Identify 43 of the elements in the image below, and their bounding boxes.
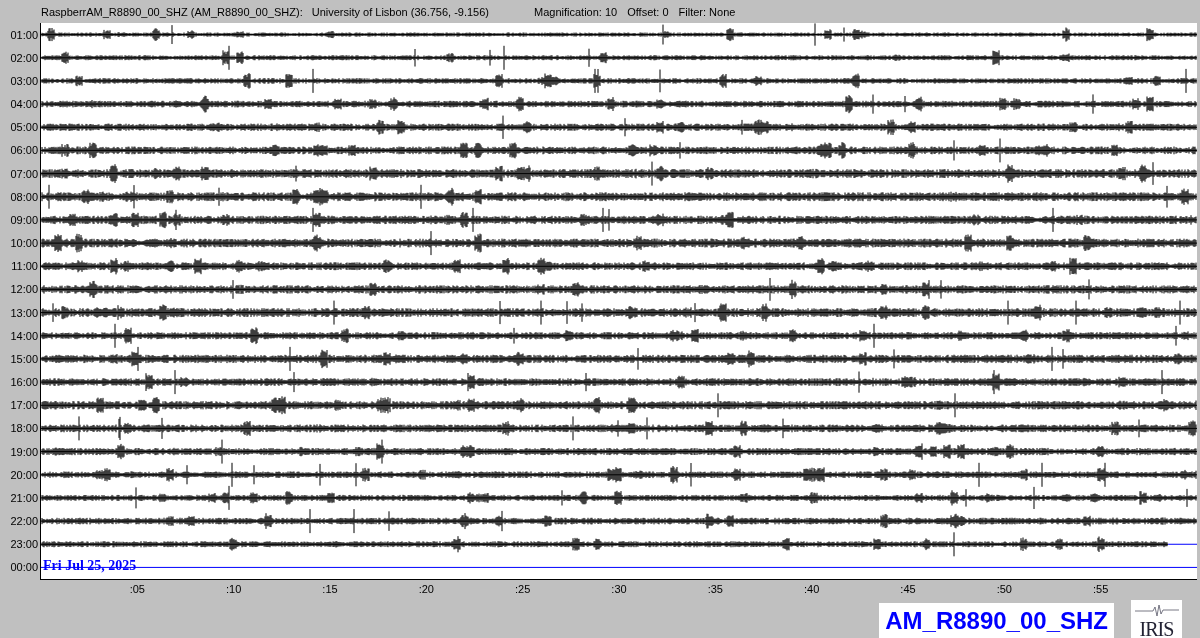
hour-label: 04:00	[10, 98, 39, 111]
hour-label: 12:00	[10, 283, 39, 296]
minute-tick-label: :45	[900, 583, 916, 595]
hour-label: 11:00	[11, 260, 39, 273]
station-location: University of Lisbon (36.756, -9.156)	[311, 5, 489, 18]
minute-tick-label: :15	[322, 583, 338, 595]
hour-label: 02:00	[10, 51, 39, 64]
minute-tick-label: :20	[418, 583, 434, 595]
hour-label: 00:00	[10, 561, 39, 574]
magnification-label: Magnification: 10	[534, 5, 618, 18]
minute-tick-label: :30	[611, 583, 627, 595]
hour-label: 09:00	[10, 213, 39, 226]
hour-label: 22:00	[10, 515, 39, 528]
hour-label: 10:00	[10, 237, 39, 250]
hour-label: 23:00	[10, 538, 39, 551]
hour-label: 21:00	[10, 491, 39, 504]
hour-label: 06:00	[10, 144, 39, 157]
hour-label: 17:00	[10, 399, 39, 412]
minute-tick-label: :25	[515, 583, 531, 595]
hour-label: 01:00	[10, 28, 39, 41]
logo-text: IRIS	[1139, 618, 1174, 638]
minute-tick-label: :10	[226, 583, 242, 595]
waveform-icon	[1134, 604, 1179, 618]
offset-label: Offset: 0	[627, 5, 669, 18]
hour-label: 13:00	[10, 306, 39, 319]
minute-tick-label: :50	[996, 583, 1012, 595]
hour-label: 18:00	[10, 422, 39, 435]
hour-label: 08:00	[10, 190, 39, 203]
hour-label: 05:00	[10, 121, 39, 134]
hour-label: 16:00	[10, 376, 39, 389]
station-code-label: AM_R8890_00_SHZ	[879, 602, 1114, 638]
minute-tick-label: :40	[804, 583, 820, 595]
filter-label: Filter: None	[678, 5, 736, 18]
minute-tick-label: :35	[707, 583, 723, 595]
hour-label: 14:00	[10, 329, 39, 342]
station-title: RaspberrAM_R8890_00_SHZ (AM_R8890_00_SHZ):	[41, 5, 303, 18]
minute-tick-label: :05	[129, 583, 145, 595]
hour-label: 03:00	[10, 74, 39, 87]
hour-label: 07:00	[10, 167, 39, 180]
hour-label: 19:00	[10, 445, 39, 458]
hour-label: 20:00	[10, 468, 39, 481]
hour-label: 15:00	[10, 352, 39, 365]
minute-tick-label: :55	[1093, 583, 1109, 595]
